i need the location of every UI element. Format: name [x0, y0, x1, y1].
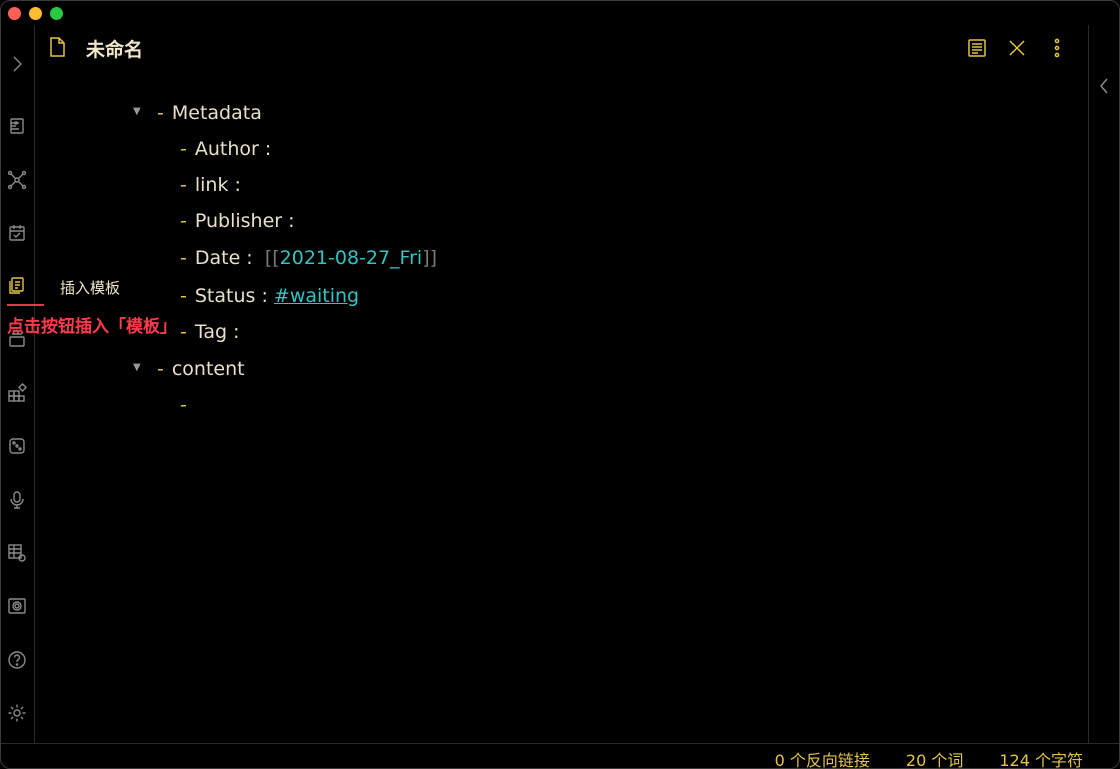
- list-item[interactable]: - Metadata: [157, 96, 262, 130]
- list-item[interactable]: - link :: [180, 168, 241, 202]
- bullet: -: [157, 358, 164, 380]
- date-wikilink[interactable]: 2021-08-27_Fri: [280, 247, 423, 269]
- char-count: 124 个字符: [999, 751, 1083, 769]
- author-field: Author :: [194, 138, 272, 160]
- window-controls: [8, 7, 63, 20]
- list-item[interactable]: -: [180, 388, 195, 422]
- insert-template-icon[interactable]: [6, 275, 28, 297]
- status-bar: 0 个反向链接 20 个词 124 个字符: [1, 743, 1119, 768]
- list-item[interactable]: - Date : [[2021-08-27_Fri]]: [180, 241, 437, 275]
- bullet: -: [180, 394, 187, 416]
- daily-note-icon[interactable]: [6, 222, 28, 244]
- status-field: Status :: [194, 285, 268, 307]
- bullet: -: [180, 285, 187, 307]
- insert-template-tooltip: 插入模板: [60, 279, 121, 297]
- app-window: 未命名 ▼ - Metadata - Author : - link : - Publi…: [0, 0, 1120, 769]
- word-count: 20 个词: [905, 751, 964, 769]
- expand-sidebar-icon[interactable]: [6, 53, 28, 75]
- list-item[interactable]: - Status : #waiting: [180, 279, 359, 313]
- file-icon: [48, 37, 66, 61]
- expand-right-sidebar-icon[interactable]: [1098, 77, 1110, 95]
- left-ribbon: [1, 25, 35, 744]
- backlinks-count[interactable]: 0 个反向链接: [775, 747, 870, 768]
- date-field: Date :: [194, 247, 253, 269]
- reading-view-icon[interactable]: [966, 37, 988, 59]
- settings-icon[interactable]: [6, 702, 28, 724]
- random-note-icon[interactable]: [6, 435, 28, 457]
- fold-toggle-metadata[interactable]: ▼: [133, 106, 141, 117]
- list-item[interactable]: - Tag :: [180, 315, 239, 349]
- note-title[interactable]: 未命名: [86, 35, 143, 62]
- note-header: 未命名: [35, 25, 1088, 71]
- bullet: -: [157, 102, 164, 124]
- graph-view-icon[interactable]: [6, 169, 28, 191]
- table-settings-icon[interactable]: [6, 542, 28, 564]
- image-icon[interactable]: [6, 595, 28, 617]
- tag-field: Tag :: [194, 321, 240, 343]
- fold-toggle-content[interactable]: ▼: [133, 362, 141, 373]
- annotation-underline: [7, 304, 44, 306]
- wikilink-open: [[: [264, 247, 280, 269]
- bullet: -: [180, 247, 187, 269]
- link-field: link :: [194, 174, 241, 196]
- more-options-icon[interactable]: [1046, 37, 1068, 59]
- plugins-grid-icon[interactable]: [6, 382, 28, 404]
- help-icon[interactable]: [6, 649, 28, 671]
- metadata-heading: Metadata: [171, 102, 262, 124]
- bullet: -: [180, 174, 187, 196]
- publisher-field: Publisher :: [194, 210, 295, 232]
- list-item[interactable]: - Author :: [180, 132, 271, 166]
- audio-recorder-icon[interactable]: [6, 489, 28, 511]
- close-icon[interactable]: [1006, 37, 1028, 59]
- status-tag[interactable]: #waiting: [274, 285, 359, 307]
- list-item[interactable]: - Publisher :: [180, 204, 295, 238]
- list-item[interactable]: - content: [157, 352, 245, 386]
- right-sidebar-edge: [1088, 25, 1119, 744]
- minimize-window-button[interactable]: [29, 7, 42, 20]
- bullet: -: [180, 210, 187, 232]
- command-palette-icon[interactable]: [6, 115, 28, 137]
- maximize-window-button[interactable]: [50, 7, 63, 20]
- annotation-text: 点击按钮插入「模板」: [7, 317, 177, 337]
- content-heading: content: [171, 358, 245, 380]
- header-actions: [966, 37, 1068, 59]
- bullet: -: [180, 321, 187, 343]
- bullet: -: [180, 138, 187, 160]
- close-window-button[interactable]: [8, 7, 21, 20]
- wikilink-close: ]]: [422, 247, 438, 269]
